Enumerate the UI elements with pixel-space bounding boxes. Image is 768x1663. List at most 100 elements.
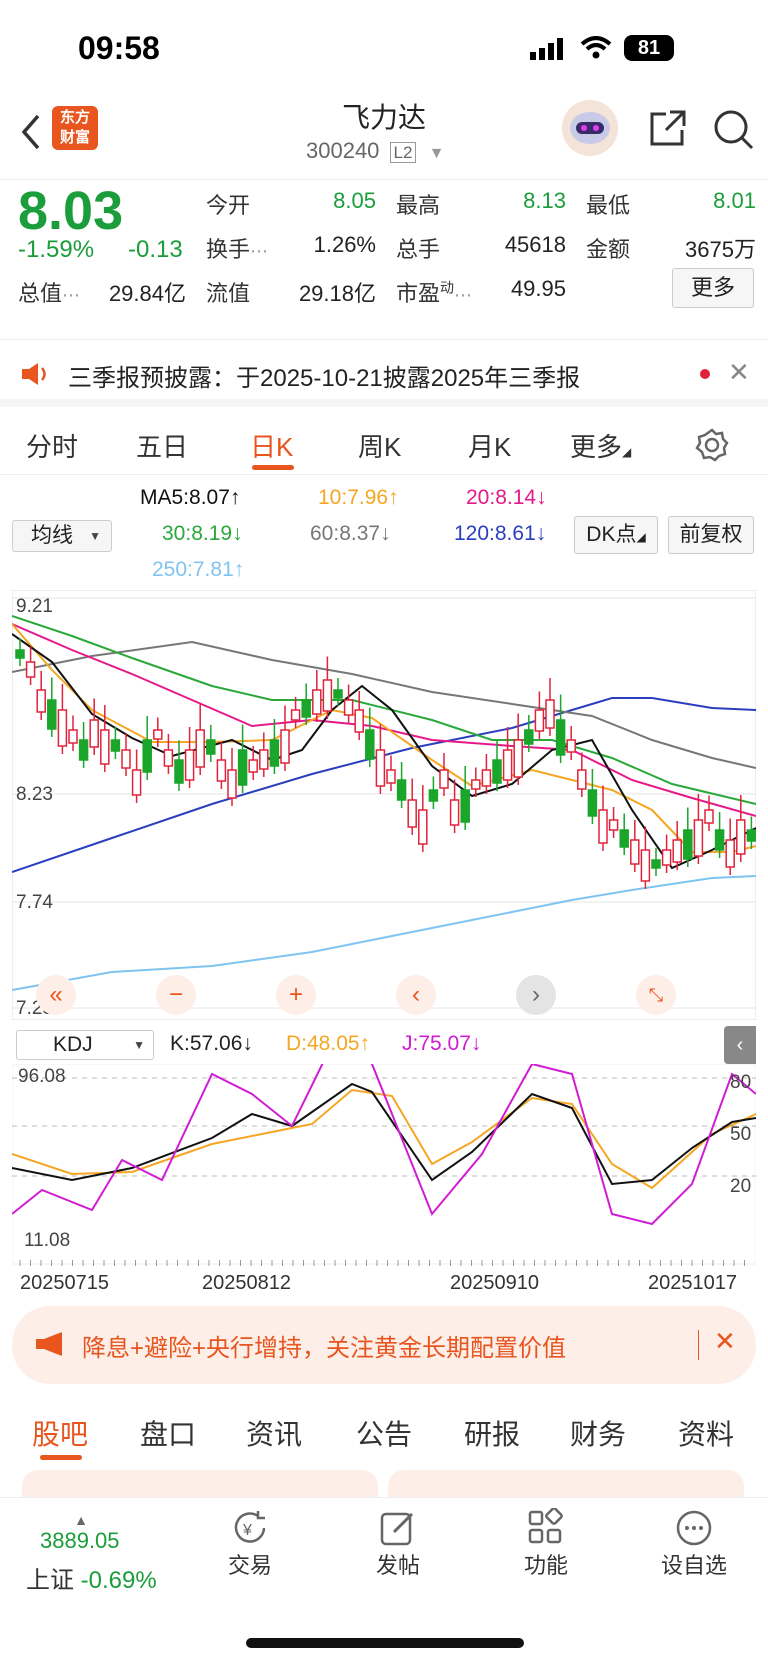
tab-research[interactable]: 研报	[464, 1413, 520, 1453]
candle-body	[365, 729, 375, 760]
ma20-line	[11, 623, 757, 817]
kdj-20-label: 20	[730, 1176, 752, 1197]
turnover-value: 1.26%	[313, 232, 376, 257]
trade-button[interactable]: 交易	[205, 1548, 295, 1580]
candle-body	[683, 829, 693, 860]
wifi-icon	[580, 36, 612, 65]
search-icon[interactable]	[712, 108, 756, 157]
ma120-label: 120:8.61↓	[454, 522, 547, 545]
info-icon: ⋯	[454, 285, 473, 305]
zoom-in-icon[interactable]: +	[276, 975, 316, 1015]
prev-icon[interactable]: ‹	[396, 975, 436, 1015]
candle-body	[545, 699, 555, 729]
next-icon[interactable]: ›	[516, 975, 556, 1015]
kdj-80-label: 80	[730, 1072, 752, 1093]
indicator-select[interactable]: KDJ ▼	[16, 1030, 154, 1060]
axis-label-2: 8.23	[16, 784, 53, 805]
candle-body	[343, 699, 354, 716]
close-icon[interactable]: ✕	[714, 1326, 736, 1357]
level-badge: L2	[389, 142, 417, 163]
candle-body	[333, 689, 343, 699]
candle-body	[577, 769, 587, 790]
function-grid-icon	[526, 1507, 566, 1553]
function-button[interactable]: 功能	[501, 1548, 591, 1580]
zoom-out-icon[interactable]: −	[156, 975, 196, 1015]
candle-body	[651, 859, 661, 869]
fullscreen-icon[interactable]: ⤡	[636, 975, 676, 1015]
candle-body	[608, 819, 619, 831]
notice-bar[interactable]: 三季报预披露：于2025-10-21披露2025年三季报 ✕	[0, 341, 768, 407]
kdj-j-line	[11, 1022, 757, 1226]
candle-body	[312, 689, 322, 715]
collapse-arrow-icon[interactable]: ‹	[724, 1026, 756, 1064]
date-label-4: 20251017	[648, 1272, 737, 1294]
low-label: 最低	[586, 193, 631, 218]
tab-monthly-k[interactable]: 月K	[468, 427, 511, 464]
ma30-label: 30:8.19↓	[162, 522, 243, 545]
tab-orderbook[interactable]: 盘口	[140, 1413, 196, 1453]
change-value: -0.13	[128, 236, 183, 263]
status-bar: 09:58 81	[0, 0, 768, 100]
post-button[interactable]: 发帖	[353, 1548, 443, 1580]
ma5-label: MA5:8.07↑	[140, 486, 241, 509]
tab-daily-k[interactable]: 日K	[250, 427, 293, 464]
candle-body	[216, 759, 227, 782]
open-value: 8.05	[333, 188, 376, 213]
adjust-button[interactable]: 前复权	[668, 516, 754, 554]
candle-body	[725, 839, 735, 868]
candle-body	[502, 749, 513, 781]
ma-select[interactable]: 均线 ▼	[12, 520, 112, 552]
axis-label-3: 7.74	[16, 892, 53, 913]
tab-weekly-k[interactable]: 周K	[358, 427, 401, 464]
volume-label: 总手	[396, 237, 441, 262]
dk-point-button[interactable]: DK点◢	[574, 516, 658, 554]
pe-value: 49.95	[510, 276, 566, 301]
kline-chart[interactable]: 9.21 8.23 7.74 7.25	[11, 589, 757, 1021]
tab-more[interactable]: 更多◢	[570, 427, 631, 464]
more-button[interactable]: 更多	[672, 268, 754, 308]
kdj-bottom-label: 11.08	[24, 1230, 71, 1251]
candle-body	[153, 729, 163, 740]
tab-finance[interactable]: 财务	[570, 1413, 626, 1453]
mcap-label: 总值⋯	[18, 281, 81, 306]
home-indicator	[246, 1638, 524, 1648]
tab-announcements[interactable]: 公告	[356, 1413, 412, 1453]
candle-body	[471, 779, 481, 790]
candle-body	[57, 709, 68, 747]
share-icon[interactable]	[648, 108, 688, 153]
candle-body	[693, 819, 704, 857]
candle-body	[746, 829, 757, 842]
index-row: 上证 -0.69%	[26, 1567, 157, 1594]
candle-body	[259, 749, 269, 770]
candle-body	[280, 729, 290, 764]
candle-body	[714, 829, 725, 851]
index-widget[interactable]: ▲ 3889.05 上证 -0.69%	[26, 1512, 176, 1595]
clock: 09:58	[78, 30, 160, 66]
settings-gear-icon[interactable]	[694, 427, 730, 468]
candle-body	[121, 749, 131, 769]
active-tab-indicator	[40, 1455, 82, 1460]
robot-avatar-icon[interactable]	[562, 100, 618, 156]
candle-body	[47, 699, 57, 730]
app-header: 东方 财富 飞力达 300240 L2 ▼	[0, 100, 768, 180]
candle-body	[36, 689, 46, 713]
add-favorite-button[interactable]: 设自选	[649, 1548, 739, 1580]
tab-five-day[interactable]: 五日	[136, 427, 188, 464]
low-value: 8.01	[713, 188, 756, 213]
stock-code-row[interactable]: 300240 L2 ▼	[306, 138, 444, 164]
candle-body	[439, 769, 449, 789]
rewind-icon[interactable]: «	[36, 975, 76, 1015]
tab-profile[interactable]: 资料	[678, 1413, 734, 1453]
tab-forum[interactable]: 股吧	[32, 1413, 88, 1453]
candle-body	[269, 739, 280, 767]
candle-body	[248, 759, 258, 773]
candle-body	[354, 709, 364, 733]
tab-news[interactable]: 资讯	[246, 1413, 302, 1453]
close-icon[interactable]: ✕	[728, 357, 750, 388]
promo-banner[interactable]: 降息+避险+央行增持，关注黄金长期配置价值 ✕	[12, 1306, 756, 1384]
kdj-chart[interactable]: 96.08 11.08 80 50 20 20250715 20250812 2…	[11, 1022, 757, 1306]
tab-intraday[interactable]: 分时	[26, 427, 78, 464]
candle-body	[566, 739, 576, 753]
mcap-value: 29.84亿	[108, 281, 186, 306]
axis-label-top: 9.21	[16, 596, 53, 617]
